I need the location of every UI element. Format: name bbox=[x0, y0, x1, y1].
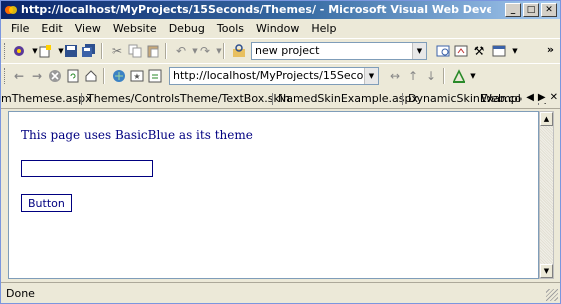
web-navigation-toolbar: ← → ★ http://localhost/MyProjects/15Seco… bbox=[1, 63, 560, 87]
status-bar: Done bbox=[1, 282, 560, 303]
url-combo[interactable]: http://localhost/MyProjects/15Seconds/Th… bbox=[169, 67, 379, 85]
toolbar-separator bbox=[103, 68, 105, 84]
save-icon[interactable] bbox=[63, 43, 79, 59]
application-window: http://localhost/MyProjects/15Seconds/Th… bbox=[0, 0, 561, 304]
move-up-icon[interactable]: ↑ bbox=[405, 68, 421, 84]
document-tab-strip: mThemese.aspx Themes/ControlsTheme/TextB… bbox=[1, 89, 560, 109]
move-down-icon[interactable]: ↓ bbox=[423, 68, 439, 84]
resize-grip-icon[interactable] bbox=[546, 289, 558, 301]
title-bar[interactable]: http://localhost/MyProjects/15Seconds/Th… bbox=[1, 1, 560, 19]
maximize-button[interactable]: □ bbox=[523, 3, 539, 17]
save-all-icon[interactable] bbox=[81, 43, 97, 59]
properties-icon[interactable] bbox=[453, 43, 469, 59]
home-icon[interactable] bbox=[83, 68, 99, 84]
tab-namedskinexample-aspx[interactable]: NamedSkinExample.aspx bbox=[278, 92, 418, 105]
tab-separator bbox=[402, 93, 403, 105]
toolbar-separator bbox=[165, 43, 167, 59]
window-controls: _ □ ✕ bbox=[505, 3, 557, 17]
refresh-icon[interactable] bbox=[65, 68, 81, 84]
toolbar-separator bbox=[101, 43, 103, 59]
sync-contents-icon[interactable] bbox=[147, 68, 163, 84]
cut-icon[interactable]: ✂ bbox=[109, 43, 125, 59]
tab-separator bbox=[272, 93, 273, 105]
standard-toolbar: ▼ ▼ ✂ ↶ ▼ ↷ ▼ new project ▼ ⚒ ▼ » bbox=[1, 38, 560, 62]
themed-textbox[interactable] bbox=[21, 160, 153, 177]
menu-website[interactable]: Website bbox=[107, 22, 163, 35]
favorites-icon[interactable]: ★ bbox=[129, 68, 145, 84]
tab-navigation: ◀ ▶ ✕ bbox=[522, 92, 558, 103]
theme-description-text: This page uses BasicBlue as its theme bbox=[21, 128, 253, 142]
close-button[interactable]: ✕ bbox=[541, 3, 557, 17]
close-tab-icon[interactable]: ✕ bbox=[550, 92, 558, 103]
project-combo[interactable]: new project ▼ bbox=[251, 42, 427, 60]
menu-help[interactable]: Help bbox=[305, 22, 342, 35]
status-text: Done bbox=[6, 287, 35, 300]
minimize-button[interactable]: _ bbox=[505, 3, 521, 17]
toolbox-icon[interactable]: ⚒ bbox=[471, 43, 487, 59]
toolbar-grip[interactable] bbox=[4, 43, 7, 59]
themed-button[interactable]: Button bbox=[21, 194, 72, 212]
forward-icon[interactable]: → bbox=[29, 68, 45, 84]
add-item-icon[interactable] bbox=[37, 43, 53, 59]
scroll-down-icon[interactable]: ▼ bbox=[540, 264, 553, 278]
vertical-scrollbar[interactable]: ▲ ▼ bbox=[539, 111, 554, 279]
scroll-tabs-left-icon[interactable]: ◀ bbox=[526, 92, 534, 103]
menu-tools[interactable]: Tools bbox=[211, 22, 250, 35]
menu-bar: File Edit View Website Debug Tools Windo… bbox=[1, 20, 560, 37]
copy-icon[interactable] bbox=[127, 43, 143, 59]
app-icon bbox=[5, 6, 17, 14]
find-in-files-icon[interactable] bbox=[231, 43, 247, 59]
tab-textbox-skin[interactable]: Themes/ControlsTheme/TextBox.skin bbox=[87, 92, 290, 105]
url-combo-value: http://localhost/MyProjects/15Seconds/Th… bbox=[173, 69, 378, 82]
menu-view[interactable]: View bbox=[69, 22, 107, 35]
stop-icon[interactable] bbox=[47, 68, 63, 84]
dropdown-arrow-icon[interactable]: ▼ bbox=[465, 68, 481, 84]
web-search-icon[interactable] bbox=[111, 68, 127, 84]
menu-edit[interactable]: Edit bbox=[35, 22, 68, 35]
design-surface[interactable]: This page uses BasicBlue as its theme Bu… bbox=[8, 111, 539, 279]
chevron-down-icon[interactable]: ▼ bbox=[412, 43, 426, 59]
new-project-icon[interactable] bbox=[11, 43, 27, 59]
toolbar-separator bbox=[223, 43, 225, 59]
toolbar-overflow-icon[interactable]: » bbox=[547, 43, 554, 56]
menu-window[interactable]: Window bbox=[250, 22, 305, 35]
back-icon[interactable]: ← bbox=[11, 68, 27, 84]
solution-explorer-icon[interactable] bbox=[435, 43, 451, 59]
scroll-up-icon[interactable]: ▲ bbox=[540, 112, 553, 126]
paste-icon[interactable] bbox=[145, 43, 161, 59]
tab-web-config[interactable]: Web.co bbox=[481, 92, 521, 105]
toolbar-grip[interactable] bbox=[4, 68, 7, 84]
scroll-tabs-right-icon[interactable]: ▶ bbox=[538, 92, 546, 103]
chevron-down-icon[interactable]: ▼ bbox=[364, 68, 378, 84]
tab-themese-aspx[interactable]: mThemese.aspx bbox=[1, 92, 92, 105]
menu-file[interactable]: File bbox=[5, 22, 35, 35]
window-layout-icon[interactable] bbox=[491, 43, 507, 59]
menu-debug[interactable]: Debug bbox=[163, 22, 211, 35]
toolbar-separator bbox=[443, 68, 445, 84]
dropdown-arrow-icon[interactable]: ▼ bbox=[507, 43, 523, 59]
window-title: http://localhost/MyProjects/15Seconds/Th… bbox=[21, 3, 491, 16]
tab-separator bbox=[81, 93, 82, 105]
project-combo-value: new project bbox=[255, 44, 320, 57]
svg-text:★: ★ bbox=[133, 72, 140, 81]
resize-icon[interactable]: ↔ bbox=[387, 68, 403, 84]
